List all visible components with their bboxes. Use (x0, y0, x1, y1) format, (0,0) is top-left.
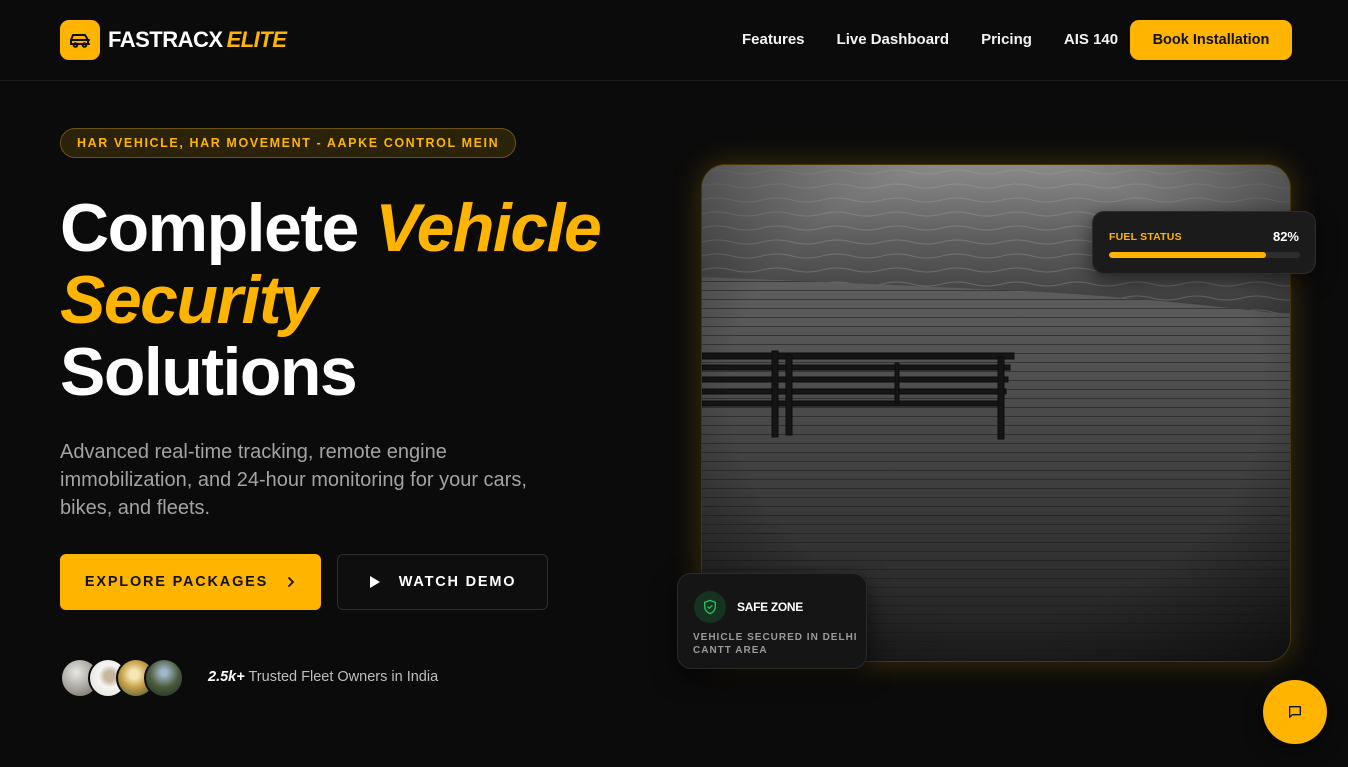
headline-accent-security: Security (60, 262, 318, 338)
watch-demo-button[interactable]: WATCH DEMO (337, 554, 548, 610)
tagline-badge: HAR VEHICLE, HAR MOVEMENT - AAPKE CONTRO… (60, 128, 517, 158)
avatar-stack (60, 658, 190, 698)
nav-link-pricing[interactable]: Pricing (981, 31, 1032, 48)
safe-zone-title: SAFE ZONE (737, 600, 803, 614)
trust-label: Trusted Fleet Owners in India (248, 669, 439, 685)
trusted-owners-text: 2.5k+ Trusted Fleet Owners in India (208, 669, 438, 685)
chat-button[interactable] (1263, 680, 1327, 744)
fuel-progress-track (1109, 252, 1300, 258)
nav-link-features[interactable]: Features (742, 31, 805, 48)
headline-line-3: Solutions (60, 334, 358, 410)
book-installation-button[interactable]: Book Installation (1130, 20, 1292, 60)
play-icon (369, 575, 381, 589)
hero-subtext: Advanced real-time tracking, remote engi… (60, 441, 527, 519)
fuel-status-label: FUEL STATUS (1109, 231, 1182, 243)
brand-logo[interactable]: FASTRACX ELITE (60, 20, 287, 60)
shield-check-icon (694, 591, 726, 623)
brand-elite: ELITE (226, 27, 287, 52)
chat-bubble-icon (1287, 704, 1303, 720)
headline-line-1: Complete Vehicle (60, 190, 602, 266)
explore-packages-label: EXPLORE PACKAGES (84, 574, 269, 590)
safe-zone-card: SAFE ZONE VEHICLE SECURED IN DELHI CANTT… (677, 573, 867, 669)
car-icon (60, 20, 100, 60)
watch-demo-label: WATCH DEMO (398, 574, 517, 590)
fuel-progress-fill (1109, 252, 1266, 258)
trust-count: 2.5k+ (208, 669, 245, 685)
headline-accent-vehicle: Vehicle (375, 190, 602, 266)
nav-links: Features Live Dashboard Pricing AIS 140 (742, 31, 1150, 48)
fuel-status-value: 82% (1272, 229, 1299, 244)
brand-name: FASTRACX ELITE (108, 27, 287, 52)
hero-headline: Complete Vehicle Security Solutions (60, 192, 680, 408)
safe-zone-description: VEHICLE SECURED IN DELHI CANTT AREA (693, 632, 858, 656)
explore-packages-button[interactable]: EXPLORE PACKAGES (60, 554, 321, 610)
chevron-right-icon (286, 576, 296, 588)
avatar (144, 658, 184, 698)
nav-link-ais-140[interactable]: AIS 140 (1064, 31, 1118, 48)
top-navigation: FASTRACX ELITE Features Live Dashboard Pr… (0, 0, 1348, 81)
nav-link-live-dashboard[interactable]: Live Dashboard (837, 31, 950, 48)
fuel-status-card: FUEL STATUS 82% (1092, 211, 1316, 274)
